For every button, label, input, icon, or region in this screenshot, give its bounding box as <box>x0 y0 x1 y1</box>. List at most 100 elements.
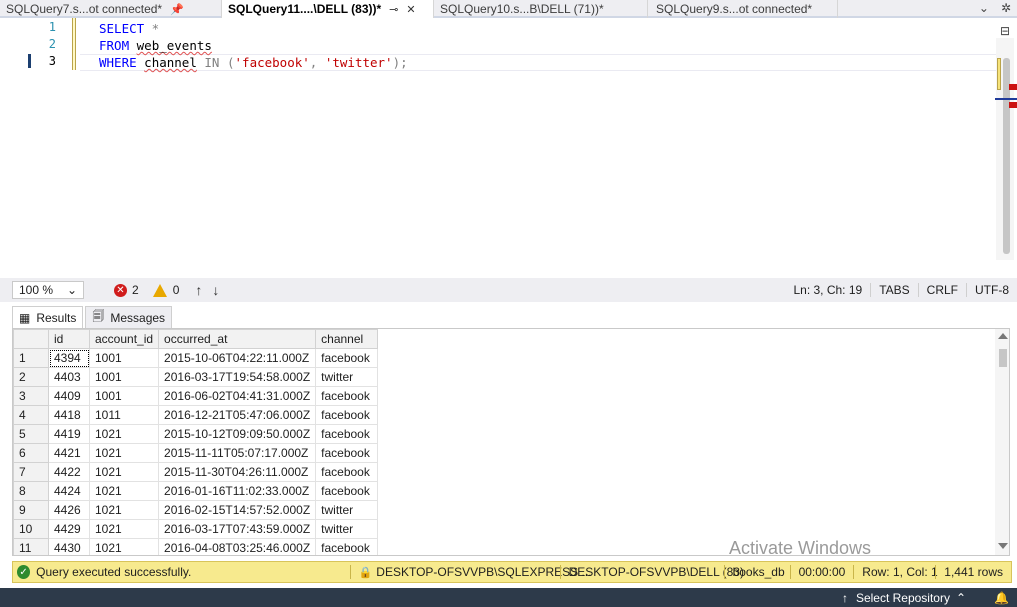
grid-cell-channel[interactable]: twitter <box>315 500 379 520</box>
tab-sqlquery10[interactable]: SQLQuery10.s...B\DELL (71))* <box>434 0 648 18</box>
row-number[interactable]: 2 <box>13 367 49 387</box>
results-grid[interactable]: id account_id occurred_at channel 1 4394 1… <box>12 328 1010 556</box>
table-row[interactable]: 2 4403 1001 2016-03-17T19:54:58.000Z twitter <box>13 367 379 387</box>
grid-cell-id[interactable]: 4403 <box>48 367 90 387</box>
arrow-down-icon[interactable]: ↓ <box>212 282 219 298</box>
table-row[interactable]: 3 4409 1001 2016-06-02T04:41:31.000Z faceboo… <box>13 386 379 406</box>
grid-cell-id[interactable]: 4430 <box>48 538 90 555</box>
grid-cell-account-id[interactable]: 1001 <box>88 348 160 368</box>
indent-mode[interactable]: TABS <box>870 283 917 297</box>
grid-vertical-scrollbar[interactable] <box>995 329 1009 555</box>
row-number[interactable]: 6 <box>13 443 49 463</box>
row-number[interactable]: 5 <box>13 424 49 444</box>
pin-icon[interactable]: ⊸ <box>389 3 398 16</box>
row-number[interactable]: 1 <box>13 348 49 368</box>
grid-cell-id[interactable]: 4422 <box>48 462 90 482</box>
grid-cell-occurred-at[interactable]: 2016-03-17T07:43:59.000Z <box>158 519 317 539</box>
grid-cell-occurred-at[interactable]: 2016-12-21T05:47:06.000Z <box>158 405 317 425</box>
table-row[interactable]: 9 4426 1021 2016-02-15T14:57:52.000Z twitter <box>13 500 379 520</box>
grid-cell-channel[interactable]: facebook <box>315 462 379 482</box>
table-row[interactable]: 11 4430 1021 2016-04-08T03:25:46.000Z facebo… <box>13 538 379 555</box>
grid-cell-account-id[interactable]: 1021 <box>88 538 160 555</box>
grid-cell-channel[interactable]: twitter <box>315 367 379 387</box>
close-icon[interactable]: ✕ <box>406 3 415 16</box>
grid-cell-channel[interactable]: facebook <box>315 348 379 368</box>
grid-cell-occurred-at[interactable]: 2016-06-02T04:41:31.000Z <box>158 386 317 406</box>
row-number[interactable]: 3 <box>13 386 49 406</box>
grid-cell-channel[interactable]: facebook <box>315 424 379 444</box>
column-header-channel[interactable]: channel <box>315 329 379 349</box>
table-row[interactable]: 6 4421 1021 2015-11-11T05:07:17.000Z faceboo… <box>13 443 379 463</box>
row-number[interactable]: 9 <box>13 500 49 520</box>
tab-dropdown-icon[interactable]: ⌄ <box>979 1 989 15</box>
grid-cell-channel[interactable]: facebook <box>315 538 379 555</box>
column-header-id[interactable]: id <box>48 329 90 349</box>
grid-cell-channel[interactable]: facebook <box>315 386 379 406</box>
grid-cell-occurred-at[interactable]: 2016-03-17T19:54:58.000Z <box>158 367 317 387</box>
grid-cell-account-id[interactable]: 1021 <box>88 424 160 444</box>
grid-cell-occurred-at[interactable]: 2015-10-12T09:09:50.000Z <box>158 424 317 444</box>
encoding[interactable]: UTF-8 <box>966 283 1017 297</box>
grid-scroll-thumb[interactable] <box>999 349 1007 367</box>
column-header-occurred-at[interactable]: occurred_at <box>158 329 317 349</box>
warning-icon[interactable] <box>152 283 167 297</box>
grid-cell-occurred-at[interactable]: 2015-11-30T04:26:11.000Z <box>158 462 317 482</box>
grid-cell-id[interactable]: 4419 <box>48 424 90 444</box>
grid-cell-account-id[interactable]: 1021 <box>88 443 160 463</box>
table-row[interactable]: 10 4429 1021 2016-03-17T07:43:59.000Z twitte… <box>13 519 379 539</box>
sql-editor[interactable]: 1 2 3 SELECT * FROM web_events WHERE cha… <box>0 18 1017 278</box>
pin-icon[interactable]: 📌 <box>170 3 184 16</box>
table-row[interactable]: 5 4419 1021 2015-10-12T09:09:50.000Z faceboo… <box>13 424 379 444</box>
scroll-down-icon[interactable] <box>998 543 1008 549</box>
tab-sqlquery7[interactable]: SQLQuery7.s...ot connected* 📌 <box>0 0 222 18</box>
grid-cell-account-id[interactable]: 1001 <box>88 386 160 406</box>
split-window-icon[interactable]: ⊟ <box>1000 24 1010 38</box>
table-row[interactable]: 7 4422 1021 2015-11-30T04:26:11.000Z faceboo… <box>13 462 379 482</box>
grid-cell-channel[interactable]: facebook <box>315 405 379 425</box>
grid-cell-id[interactable]: 4394 <box>48 348 90 368</box>
arrow-up-icon[interactable]: ↑ <box>195 282 202 298</box>
scroll-up-icon[interactable] <box>998 333 1008 339</box>
row-number[interactable]: 8 <box>13 481 49 501</box>
row-number[interactable]: 11 <box>13 538 49 555</box>
select-repository[interactable]: Select Repository <box>856 591 950 605</box>
grid-cell-id[interactable]: 4426 <box>48 500 90 520</box>
code-text[interactable]: SELECT * FROM web_events WHERE channel I… <box>99 20 408 71</box>
grid-cell-occurred-at[interactable]: 2015-11-11T05:07:17.000Z <box>158 443 317 463</box>
row-number[interactable]: 7 <box>13 462 49 482</box>
grid-cell-account-id[interactable]: 1011 <box>88 405 160 425</box>
grid-cell-account-id[interactable]: 1021 <box>88 500 160 520</box>
error-count[interactable]: ✕ 2 <box>114 283 139 297</box>
row-number[interactable]: 4 <box>13 405 49 425</box>
table-row[interactable]: 1 4394 1001 2015-10-06T04:22:11.000Z faceboo… <box>13 348 379 368</box>
settings-icon[interactable]: ✲ <box>1001 1 1011 15</box>
grid-cell-id[interactable]: 4418 <box>48 405 90 425</box>
tab-sqlquery11[interactable]: SQLQuery11....\DELL (83))* ⊸ ✕ <box>222 0 434 18</box>
tab-messages[interactable]: 🗐 Messages <box>85 306 173 328</box>
grid-cell-occurred-at[interactable]: 2016-02-15T14:57:52.000Z <box>158 500 317 520</box>
table-row[interactable]: 4 4418 1011 2016-12-21T05:47:06.000Z faceboo… <box>13 405 379 425</box>
grid-cell-occurred-at[interactable]: 2016-04-08T03:25:46.000Z <box>158 538 317 555</box>
grid-cell-id[interactable]: 4409 <box>48 386 90 406</box>
grid-cell-channel[interactable]: twitter <box>315 519 379 539</box>
grid-cell-id[interactable]: 4424 <box>48 481 90 501</box>
tab-sqlquery9[interactable]: SQLQuery9.s...ot connected* <box>648 0 838 18</box>
line-ending[interactable]: CRLF <box>917 283 966 297</box>
grid-cell-occurred-at[interactable]: 2016-01-16T11:02:33.000Z <box>158 481 317 501</box>
table-row[interactable]: 8 4424 1021 2016-01-16T11:02:33.000Z faceboo… <box>13 481 379 501</box>
row-number-header[interactable] <box>13 329 49 349</box>
grid-cell-account-id[interactable]: 1021 <box>88 462 160 482</box>
grid-cell-occurred-at[interactable]: 2015-10-06T04:22:11.000Z <box>158 348 317 368</box>
grid-cell-account-id[interactable]: 1001 <box>88 367 160 387</box>
notification-bell-icon[interactable]: 🔔 <box>994 591 1009 605</box>
tab-results[interactable]: ▦ Results <box>12 306 84 328</box>
column-header-account-id[interactable]: account_id <box>88 329 160 349</box>
grid-cell-account-id[interactable]: 1021 <box>88 481 160 501</box>
row-number[interactable]: 10 <box>13 519 49 539</box>
grid-cell-account-id[interactable]: 1021 <box>88 519 160 539</box>
grid-cell-channel[interactable]: facebook <box>315 481 379 501</box>
grid-cell-id[interactable]: 4421 <box>48 443 90 463</box>
grid-cell-channel[interactable]: facebook <box>315 443 379 463</box>
zoom-select[interactable]: 100 % ⌄ <box>12 281 84 299</box>
chevron-up-icon[interactable]: ⌃ <box>956 591 966 605</box>
